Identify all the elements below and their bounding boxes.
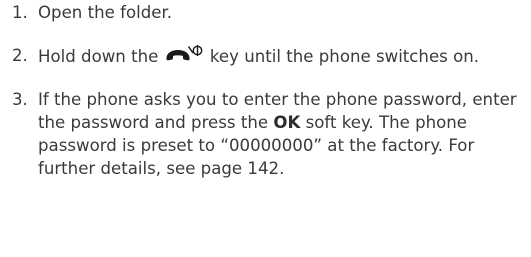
step-text-after: key until the phone switches on.: [209, 47, 480, 66]
step-1: 1. Open the folder.: [12, 1, 527, 24]
step-number: 2.: [12, 46, 28, 65]
step-3: 3. If the phone asks you to enter the ph…: [12, 88, 527, 180]
step-number: 3.: [12, 90, 28, 109]
step-2: 2. Hold down the key until the phone swi…: [12, 44, 527, 68]
end-power-key-icon: [165, 44, 203, 66]
ok-soft-key-label: OK: [273, 113, 301, 132]
step-number: 1.: [12, 3, 28, 22]
instruction-steps: 1. Open the folder. 2. Hold down the key…: [12, 1, 527, 180]
step-text-before: Hold down the: [38, 47, 159, 66]
step-text: Open the folder.: [38, 3, 173, 22]
